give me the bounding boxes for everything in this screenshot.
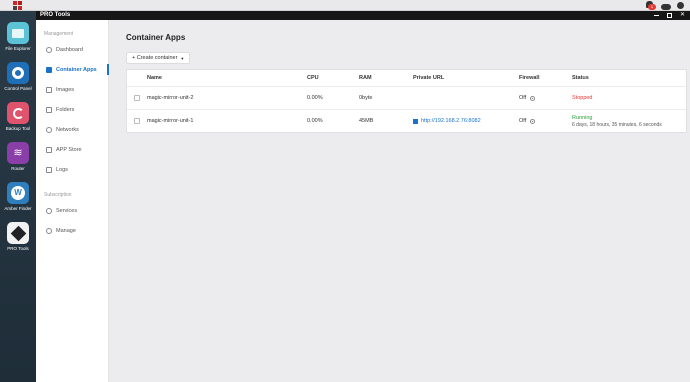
manage-icon [46,227,52,234]
sidebar-item-logs[interactable]: Logs [36,164,109,175]
sidebar-item-dashboard[interactable]: Dashboard [36,44,109,55]
firewall-status: Off [519,118,527,124]
notification-icon[interactable]: 1 [645,1,656,10]
container-name: magic-mirror-unit-1 [147,118,194,124]
dock-file-explorer[interactable]: File Explorer [0,22,36,51]
dock-router[interactable]: ≋ Router [0,142,36,171]
cube-icon [7,222,29,244]
close-icon[interactable]: ✕ [680,12,685,19]
page-title: Container Apps [126,33,186,42]
maximize-icon[interactable] [666,13,672,18]
system-bar: 1 [0,0,690,11]
container-name: magic-mirror-unit-2 [147,95,194,101]
notification-badge: 1 [648,4,656,10]
row-checkbox[interactable] [134,118,140,124]
folder-icon [46,106,52,113]
container-cpu: 0.00% [307,118,323,124]
sidebar-item-manage[interactable]: Manage [36,225,109,236]
column-header-status[interactable]: Status [572,70,589,86]
wifi-icon: ≋ [7,142,29,164]
services-icon [46,207,52,214]
minimize-icon[interactable] [653,15,659,16]
gear-icon [7,62,29,84]
create-container-button[interactable]: + Create container ▼ [126,52,191,64]
sidebar-item-services[interactable]: Services [36,205,109,216]
dock-pro-tools[interactable]: PRO Tools [0,222,36,251]
container-ram: 0byte [359,95,373,101]
user-icon[interactable] [677,2,684,9]
status-badge: Running [572,114,593,121]
brand-logo-icon[interactable] [13,1,22,10]
column-header-private-url[interactable]: Private URL [413,70,444,86]
sidebar-item-images[interactable]: Images [36,84,109,95]
table-row[interactable]: magic-mirror-unit-1 0.00% 45MB http://19… [127,109,686,132]
backup-icon [7,102,29,124]
table-row[interactable]: magic-mirror-unit-2 0.00% 0byte Off Stop… [127,86,686,109]
column-header-cpu[interactable]: CPU [307,70,319,86]
container-icon [46,66,52,73]
firewall-settings-icon[interactable] [530,118,536,124]
window-titlebar: PRO Tools ✕ [36,11,690,20]
container-cpu: 0.00% [307,95,323,101]
amber-icon: W [7,182,29,204]
sidebar-section-management: Management [44,31,74,37]
status-badge: Stopped [572,95,593,101]
cloud-icon[interactable] [661,3,671,10]
private-url-link[interactable]: http://192.168.2.76:8082 [421,118,481,124]
dock-control-panel[interactable]: Control Panel [0,62,36,91]
container-ram: 45MB [359,118,374,124]
table-header: Name CPU RAM Private URL Firewall Status [127,70,686,86]
store-icon [46,146,52,153]
external-link-icon [413,118,418,124]
sidebar-item-app-store[interactable]: APP Store [36,144,109,155]
firewall-status: Off [519,95,527,101]
row-checkbox[interactable] [134,95,140,101]
app-dock: File Explorer Control Panel Backup Tool … [0,11,36,382]
window-title: PRO Tools [40,12,71,18]
caret-down-icon: ▼ [180,55,185,61]
network-icon [46,126,52,133]
sidebar-item-container-apps[interactable]: Container Apps [36,64,109,75]
column-header-name[interactable]: Name [147,70,162,86]
dock-amber-finder[interactable]: W Amber Finder [0,182,36,211]
column-header-firewall[interactable]: Firewall [519,70,539,86]
dashboard-icon [46,46,52,53]
firewall-settings-icon[interactable] [530,95,536,101]
folder-icon [7,22,29,44]
column-header-ram[interactable]: RAM [359,70,372,86]
sidebar-item-networks[interactable]: Networks [36,124,109,135]
main-content: Container Apps + Create container ▼ Name… [109,20,690,382]
sidebar-item-folders[interactable]: Folders [36,104,109,115]
uptime-text: 6 days, 18 hours, 35 minutes, 6 seconds [572,121,662,128]
logs-icon [46,166,52,173]
image-icon [46,86,52,93]
sidebar-section-subscription: Subscription [44,192,72,198]
containers-table: Name CPU RAM Private URL Firewall Status… [126,69,687,133]
sidebar: Management Dashboard Container Apps Imag… [36,20,109,382]
dock-backup-tool[interactable]: Backup Tool [0,102,36,131]
